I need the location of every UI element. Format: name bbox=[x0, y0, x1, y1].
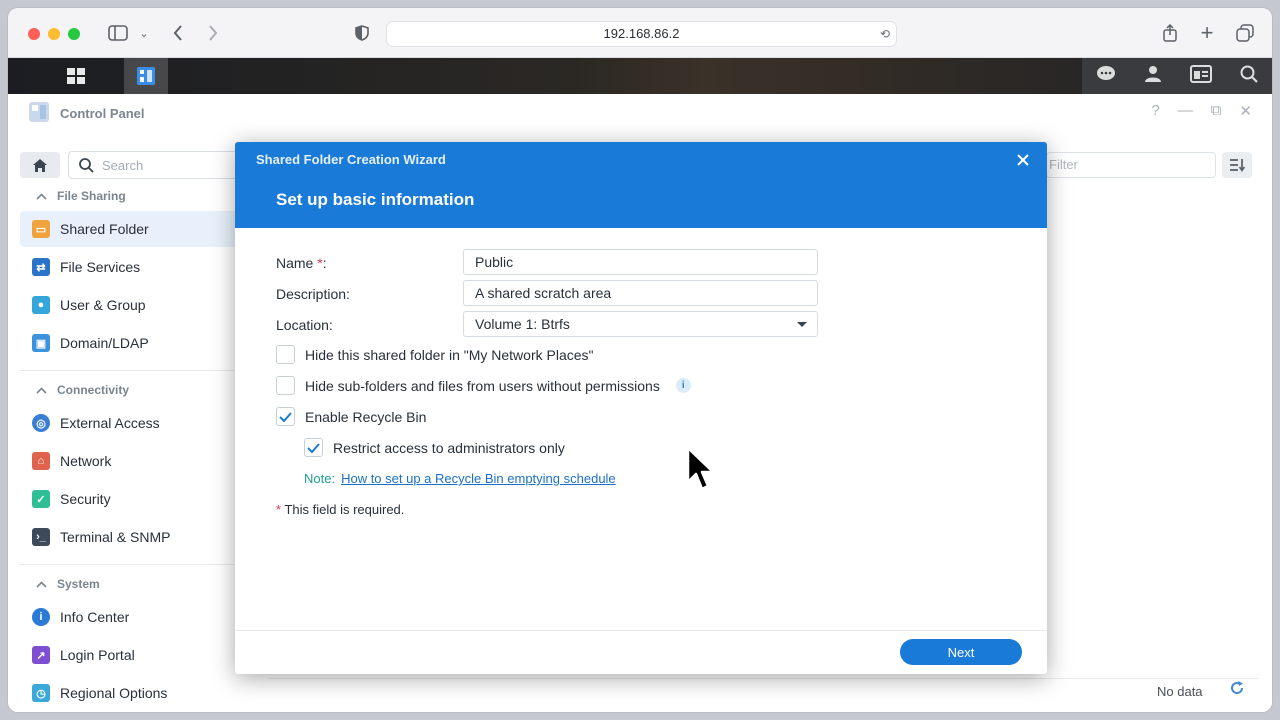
window-titlebar: Control Panel bbox=[28, 101, 145, 126]
chat-icon[interactable] bbox=[1096, 65, 1116, 88]
group-system[interactable]: System bbox=[36, 574, 100, 594]
external-access-icon: ◎ bbox=[32, 414, 50, 432]
forward-arrow-icon[interactable] bbox=[201, 22, 225, 44]
search-icon[interactable] bbox=[1240, 65, 1258, 88]
dialog-header: Shared Folder Creation Wizard Set up bas… bbox=[235, 142, 1047, 228]
sidebar-item-file-services[interactable]: ⇄ File Services bbox=[20, 249, 246, 285]
close-icon[interactable]: ✕ bbox=[1239, 102, 1252, 120]
chevron-down-icon[interactable]: ⌄ bbox=[132, 22, 156, 44]
dialog-heading: Set up basic information bbox=[276, 190, 475, 209]
restrict-admins-checkbox[interactable] bbox=[304, 438, 323, 457]
sidebar-divider bbox=[20, 564, 242, 565]
shared-folder-icon: ▭ bbox=[32, 220, 50, 238]
hide-subfolders-option[interactable]: Hide sub-folders and files from users wi… bbox=[276, 376, 691, 395]
sidebar-item-domain-ldap[interactable]: ▣ Domain/LDAP bbox=[20, 325, 246, 361]
translate-reload-icons[interactable]: ⟲ bbox=[880, 22, 890, 46]
main-menu-icon[interactable] bbox=[54, 58, 98, 94]
required-field-note: * This field is required. bbox=[276, 502, 405, 517]
minimize-icon[interactable]: — bbox=[1178, 102, 1193, 120]
hide-network-places-checkbox[interactable] bbox=[276, 345, 295, 364]
user-icon[interactable] bbox=[1144, 65, 1162, 88]
restrict-admins-option[interactable]: Restrict access to administrators only bbox=[304, 438, 565, 457]
hide-subfolders-checkbox[interactable] bbox=[276, 376, 295, 395]
help-icon[interactable]: ? bbox=[1151, 102, 1159, 120]
network-icon: ⌂ bbox=[32, 452, 50, 470]
sidebar-item-shared-folder[interactable]: ▭ Shared Folder bbox=[20, 211, 246, 247]
chevron-up-icon bbox=[36, 189, 47, 203]
login-portal-icon: ↗ bbox=[32, 646, 50, 664]
checkmark-icon bbox=[307, 442, 320, 453]
search-icon bbox=[79, 157, 94, 173]
url-text: 192.168.86.2 bbox=[603, 26, 680, 41]
minimize-window-button[interactable] bbox=[48, 28, 60, 40]
description-field[interactable]: A shared scratch area bbox=[463, 280, 818, 306]
domain-ldap-icon: ▣ bbox=[32, 334, 50, 352]
enable-recycle-bin-option[interactable]: Enable Recycle Bin bbox=[276, 407, 426, 426]
sidebar-item-external-access[interactable]: ◎ External Access bbox=[20, 405, 246, 441]
dsm-taskbar bbox=[8, 58, 1272, 94]
security-icon: ✓ bbox=[32, 490, 50, 508]
note-label: Note: bbox=[304, 471, 336, 486]
group-connectivity[interactable]: Connectivity bbox=[36, 380, 129, 400]
dialog-close-icon[interactable] bbox=[1017, 149, 1029, 172]
dsm-tray bbox=[1082, 58, 1272, 94]
sidebar-toggle-icon[interactable] bbox=[106, 22, 130, 44]
privacy-shield-icon[interactable] bbox=[350, 22, 374, 44]
recycle-bin-note: Note: How to set up a Recycle Bin emptyi… bbox=[304, 471, 616, 486]
recycle-bin-schedule-link[interactable]: How to set up a Recycle Bin emptying sch… bbox=[341, 471, 616, 486]
control-panel-window: Control Panel ? — ⧉ ✕ Search File Sharin… bbox=[8, 94, 1272, 712]
search-placeholder: Search bbox=[102, 157, 144, 173]
sidebar-item-info-center[interactable]: i Info Center bbox=[20, 599, 246, 635]
restore-icon[interactable]: ⧉ bbox=[1211, 102, 1222, 120]
window-controls: ? — ⧉ ✕ bbox=[1151, 102, 1252, 120]
sidebar-divider bbox=[20, 370, 242, 371]
file-services-icon: ⇄ bbox=[32, 258, 50, 276]
browser-toolbar: ⌄ 192.168.86.2 ⟲ + bbox=[8, 8, 1272, 58]
sidebar-item-terminal-snmp[interactable]: ›_ Terminal & SNMP bbox=[20, 519, 246, 555]
new-tab-icon[interactable]: + bbox=[1195, 20, 1219, 45]
tabs-overview-icon[interactable] bbox=[1233, 22, 1257, 44]
description-label: Description: bbox=[276, 286, 350, 302]
sidebar-item-regional-options[interactable]: ◷ Regional Options bbox=[20, 675, 246, 711]
window-title: Control Panel bbox=[60, 105, 145, 121]
maximize-window-button[interactable] bbox=[68, 28, 80, 40]
dropdown-caret-icon bbox=[797, 322, 807, 327]
sidebar-item-security[interactable]: ✓ Security bbox=[20, 481, 246, 517]
sidebar-item-login-portal[interactable]: ↗ Login Portal bbox=[20, 637, 246, 673]
sidebar-item-user-group[interactable]: ● User & Group bbox=[20, 287, 246, 323]
group-file-sharing[interactable]: File Sharing bbox=[36, 186, 126, 206]
back-arrow-icon[interactable] bbox=[166, 22, 190, 44]
regional-options-icon: ◷ bbox=[32, 684, 50, 702]
location-select[interactable]: Volume 1: Btrfs bbox=[463, 311, 818, 337]
control-panel-icon bbox=[28, 101, 50, 126]
shared-folder-wizard-dialog: Shared Folder Creation Wizard Set up bas… bbox=[235, 142, 1047, 674]
address-bar[interactable]: 192.168.86.2 ⟲ bbox=[386, 21, 897, 47]
chevron-up-icon bbox=[36, 383, 47, 397]
browser-window: ⌄ 192.168.86.2 ⟲ + Control Panel ? — ⧉ ✕… bbox=[8, 8, 1272, 712]
home-icon bbox=[33, 158, 47, 172]
dialog-window-title: Shared Folder Creation Wizard bbox=[256, 152, 446, 167]
location-label: Location: bbox=[276, 317, 333, 333]
user-group-icon: ● bbox=[32, 296, 50, 314]
hide-network-places-option[interactable]: Hide this shared folder in "My Network P… bbox=[276, 345, 594, 364]
home-button[interactable] bbox=[20, 152, 60, 178]
info-icon[interactable]: i bbox=[675, 378, 691, 393]
name-field[interactable]: Public bbox=[463, 249, 818, 275]
terminal-icon: ›_ bbox=[32, 528, 50, 546]
widgets-icon[interactable] bbox=[1190, 64, 1212, 88]
enable-recycle-bin-checkbox[interactable] bbox=[276, 407, 295, 426]
sidebar: Search File Sharing ▭ Shared Folder ⇄ Fi… bbox=[8, 134, 250, 712]
share-icon[interactable] bbox=[1158, 22, 1182, 44]
dialog-footer-divider bbox=[235, 630, 1047, 631]
chevron-up-icon bbox=[36, 577, 47, 591]
next-button[interactable]: Next bbox=[900, 639, 1022, 665]
close-window-button[interactable] bbox=[28, 28, 40, 40]
checkmark-icon bbox=[279, 411, 292, 422]
sidebar-search-input[interactable]: Search bbox=[68, 151, 240, 179]
name-label: Name *: bbox=[276, 255, 327, 271]
info-center-icon: i bbox=[32, 608, 50, 626]
control-panel-taskbar-icon[interactable] bbox=[124, 58, 168, 94]
mouse-cursor-icon bbox=[686, 446, 716, 497]
sidebar-item-network[interactable]: ⌂ Network bbox=[20, 443, 246, 479]
